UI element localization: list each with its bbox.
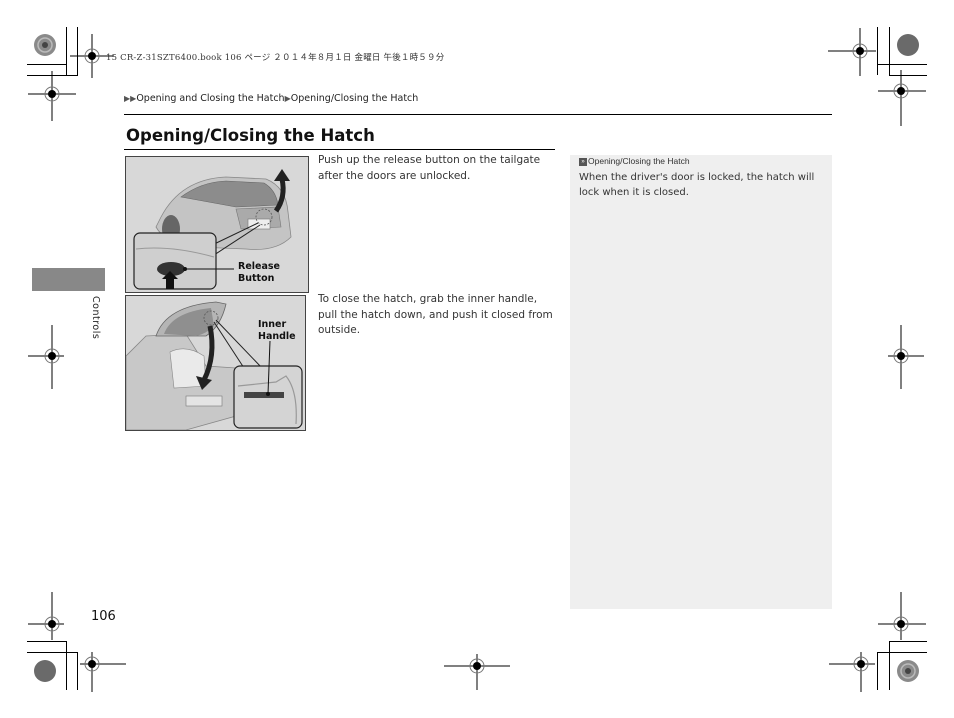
registration-mark-icon	[878, 592, 926, 640]
breadcrumb-item[interactable]: Opening and Closing the Hatch	[136, 93, 284, 104]
crop-line	[889, 641, 927, 642]
crop-line	[27, 64, 67, 65]
crop-line	[27, 652, 78, 653]
title-rule	[124, 149, 555, 150]
note-box: » Opening/Closing the Hatch When the driv…	[570, 155, 832, 609]
step-text: Push up the release button on the tailga…	[318, 154, 541, 182]
registration-mark-icon	[878, 70, 926, 126]
print-metadata: 15 CR-Z-31SZT6400.book 106 ページ ２０１４年８月１日…	[106, 53, 445, 63]
crop-line	[877, 652, 927, 653]
crop-line	[66, 642, 67, 690]
crop-line	[77, 652, 78, 690]
crop-line	[877, 27, 878, 75]
chapter-label: Controls	[90, 296, 101, 340]
section-title: Opening/Closing the Hatch	[126, 126, 375, 145]
registration-mark-icon	[444, 654, 510, 690]
note-title: » Opening/Closing the Hatch	[579, 156, 690, 166]
figure-release-button: Release Button	[125, 156, 309, 293]
callout-inner-handle: Inner Handle	[258, 319, 296, 342]
crop-line	[66, 27, 67, 75]
gray-target-icon	[34, 660, 56, 682]
page-number: 106	[91, 609, 116, 624]
breadcrumb-marker-icon: ▶▶	[124, 94, 137, 103]
color-target-icon	[897, 660, 919, 682]
registration-mark-icon	[828, 28, 876, 76]
breadcrumb-item[interactable]: Opening/Closing the Hatch	[291, 93, 419, 104]
figure-inner-handle: Inner Handle	[125, 295, 306, 431]
reference-icon: »	[579, 157, 587, 166]
breadcrumb: ▶▶Opening and Closing the Hatch▶Opening/…	[124, 93, 418, 104]
crop-line	[27, 641, 67, 642]
registration-mark-icon	[888, 325, 924, 389]
registration-mark-icon	[28, 325, 64, 389]
open-hatch-illustration	[126, 296, 305, 430]
note-body: When the driver's door is locked, the ha…	[579, 172, 815, 198]
crop-line	[889, 641, 890, 690]
registration-mark-icon	[28, 71, 76, 121]
chapter-tab[interactable]	[32, 268, 105, 291]
gray-target-icon	[897, 34, 919, 56]
crop-line	[877, 652, 878, 690]
note-title-text: Opening/Closing the Hatch	[588, 156, 690, 166]
registration-mark-icon	[80, 652, 126, 692]
header-rule	[124, 114, 832, 115]
crop-line	[889, 27, 890, 75]
color-target-icon	[34, 34, 56, 56]
registration-mark-icon	[28, 592, 64, 640]
callout-release-button: Release Button	[238, 261, 280, 284]
registration-mark-icon	[829, 652, 875, 692]
crop-line	[877, 64, 927, 65]
step-text: To close the hatch, grab the inner handl…	[318, 293, 553, 336]
